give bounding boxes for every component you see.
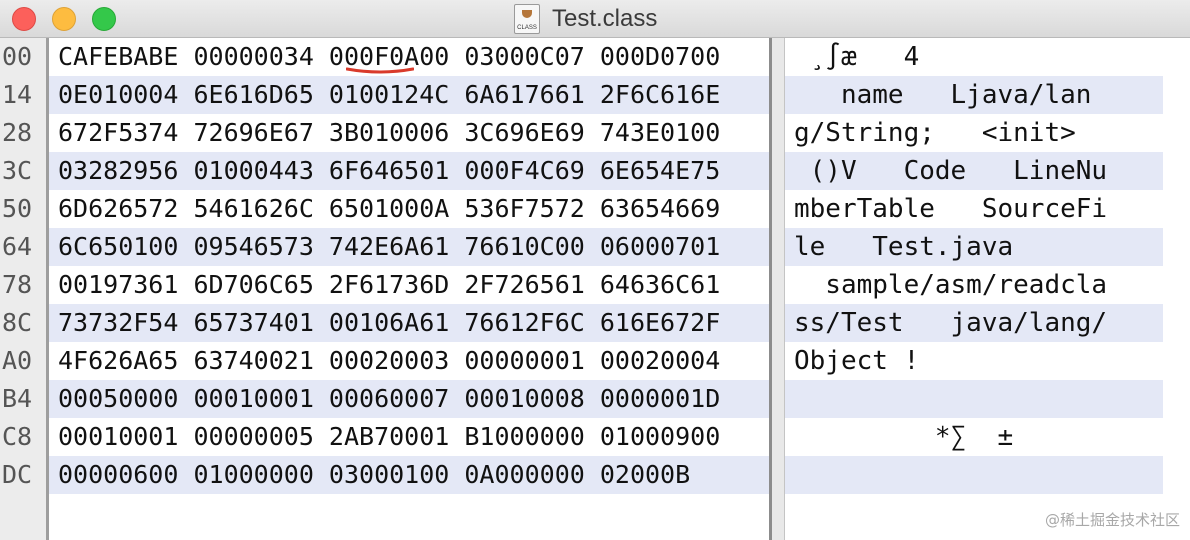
ascii-row-text: Object ! bbox=[794, 346, 920, 376]
ascii-row[interactable]: Object ! bbox=[785, 342, 1163, 380]
offset-label: B4 bbox=[2, 384, 33, 413]
offset-label: C8 bbox=[2, 422, 33, 451]
offset-label: 50 bbox=[2, 194, 33, 223]
hex-pane[interactable]: CAFEBABE 00000034 000F0A00 03000C07 000D… bbox=[49, 38, 769, 540]
ascii-row[interactable]: *∑ ± bbox=[785, 418, 1163, 456]
offset-label: 78 bbox=[2, 270, 33, 299]
offset-label: 28 bbox=[2, 118, 33, 147]
hex-row-text: 672F5374 72696E67 3B010006 3C696E69 743E… bbox=[58, 118, 721, 147]
offset-label: 00 bbox=[2, 42, 33, 71]
hex-row[interactable]: 03282956 01000443 6F646501 000F4C69 6E65… bbox=[49, 152, 769, 190]
ascii-row[interactable]: name Ljava/lan bbox=[785, 76, 1163, 114]
offset-label: 14 bbox=[2, 80, 33, 109]
title-bar: CLASS Test.class bbox=[0, 0, 1190, 38]
ascii-row-text: ss/Test java/lang/ bbox=[794, 308, 1108, 338]
ascii-row-text: sample/asm/readcla bbox=[794, 270, 1108, 300]
hex-row-text: 4F626A65 63740021 00020003 00000001 0002… bbox=[58, 346, 721, 375]
class-file-icon: CLASS bbox=[514, 4, 540, 34]
ascii-row-text: ()V Code LineNu bbox=[794, 156, 1108, 186]
java-cup-icon bbox=[522, 10, 532, 18]
hex-row-text: 6D626572 5461626C 6501000A 536F7572 6365… bbox=[58, 194, 721, 223]
hex-row-text: 00000600 01000000 03000100 0A000000 0200… bbox=[58, 460, 691, 489]
ascii-pane[interactable]: ¸∫æ 4 name Ljava/lan g/String; <init> ()V… bbox=[785, 38, 1163, 540]
hex-row-text: 0E010004 6E616D65 0100124C 6A617661 2F6C… bbox=[58, 80, 721, 109]
ascii-row-text: mberTable SourceFi bbox=[794, 194, 1108, 224]
ascii-row[interactable]: le Test.java bbox=[785, 228, 1163, 266]
hex-row-text: 00010001 00000005 2AB70001 B1000000 0100… bbox=[58, 422, 721, 451]
hex-row[interactable]: 672F5374 72696E67 3B010006 3C696E69 743E… bbox=[49, 114, 769, 152]
hex-row-text: 73732F54 65737401 00106A61 76612F6C 616E… bbox=[58, 308, 721, 337]
minimize-window-button[interactable] bbox=[52, 7, 76, 31]
hex-underline-annotation bbox=[346, 67, 414, 74]
offset-label: 8C bbox=[2, 308, 33, 337]
pane-splitter[interactable] bbox=[769, 38, 785, 540]
hex-row-text: 03282956 01000443 6F646501 000F4C69 6E65… bbox=[58, 156, 721, 185]
hex-row[interactable]: 00197361 6D706C65 2F61736D 2F726561 6463… bbox=[49, 266, 769, 304]
offset-label: 64 bbox=[2, 232, 33, 261]
offset-label: 3C bbox=[2, 156, 33, 185]
offset-column: 00 14 28 3C 50 64 78 8C A0 B4 C8 DC bbox=[0, 38, 46, 540]
ascii-row[interactable]: mberTable SourceFi bbox=[785, 190, 1163, 228]
hex-row[interactable]: 6D626572 5461626C 6501000A 536F7572 6365… bbox=[49, 190, 769, 228]
ascii-row[interactable]: ()V Code LineNu bbox=[785, 152, 1163, 190]
hex-row-text: 6C650100 09546573 742E6A61 76610C00 0600… bbox=[58, 232, 721, 261]
hex-row[interactable]: 00000600 01000000 03000100 0A000000 0200… bbox=[49, 456, 769, 494]
hex-row[interactable]: 73732F54 65737401 00106A61 76612F6C 616E… bbox=[49, 304, 769, 342]
zoom-window-button[interactable] bbox=[92, 7, 116, 31]
ascii-row[interactable] bbox=[785, 456, 1163, 494]
hex-row[interactable]: 4F626A65 63740021 00020003 00000001 0002… bbox=[49, 342, 769, 380]
watermark: @稀土掘金技术社区 bbox=[1044, 511, 1180, 529]
hex-row[interactable]: 00010001 00000005 2AB70001 B1000000 0100… bbox=[49, 418, 769, 456]
offset-label: A0 bbox=[2, 346, 33, 375]
ascii-row-text: *∑ ± bbox=[794, 422, 1014, 452]
hex-row[interactable]: 0E010004 6E616D65 0100124C 6A617661 2F6C… bbox=[49, 76, 769, 114]
hex-row[interactable]: 00050000 00010001 00060007 00010008 0000… bbox=[49, 380, 769, 418]
offset-label: DC bbox=[2, 460, 33, 489]
close-window-button[interactable] bbox=[12, 7, 36, 31]
ascii-row-text: ¸∫æ 4 bbox=[794, 42, 920, 72]
hex-row-text: 00197361 6D706C65 2F61736D 2F726561 6463… bbox=[58, 270, 721, 299]
window-title: Test.class bbox=[552, 5, 658, 32]
ascii-row[interactable]: ¸∫æ 4 bbox=[785, 38, 1163, 76]
ascii-row-text: le Test.java bbox=[794, 232, 1014, 262]
ascii-row-text: name Ljava/lan bbox=[794, 80, 1092, 110]
ascii-row[interactable]: sample/asm/readcla bbox=[785, 266, 1163, 304]
hex-row[interactable]: 6C650100 09546573 742E6A61 76610C00 0600… bbox=[49, 228, 769, 266]
ascii-row[interactable]: ss/Test java/lang/ bbox=[785, 304, 1163, 342]
ascii-row-text: g/String; <init> bbox=[794, 118, 1076, 148]
ascii-row[interactable] bbox=[785, 380, 1163, 418]
hex-row-text: 00050000 00010001 00060007 00010008 0000… bbox=[58, 384, 721, 413]
ascii-row[interactable]: g/String; <init> bbox=[785, 114, 1163, 152]
file-icon-label: CLASS bbox=[517, 25, 537, 31]
window-title-group: CLASS Test.class bbox=[514, 3, 657, 35]
